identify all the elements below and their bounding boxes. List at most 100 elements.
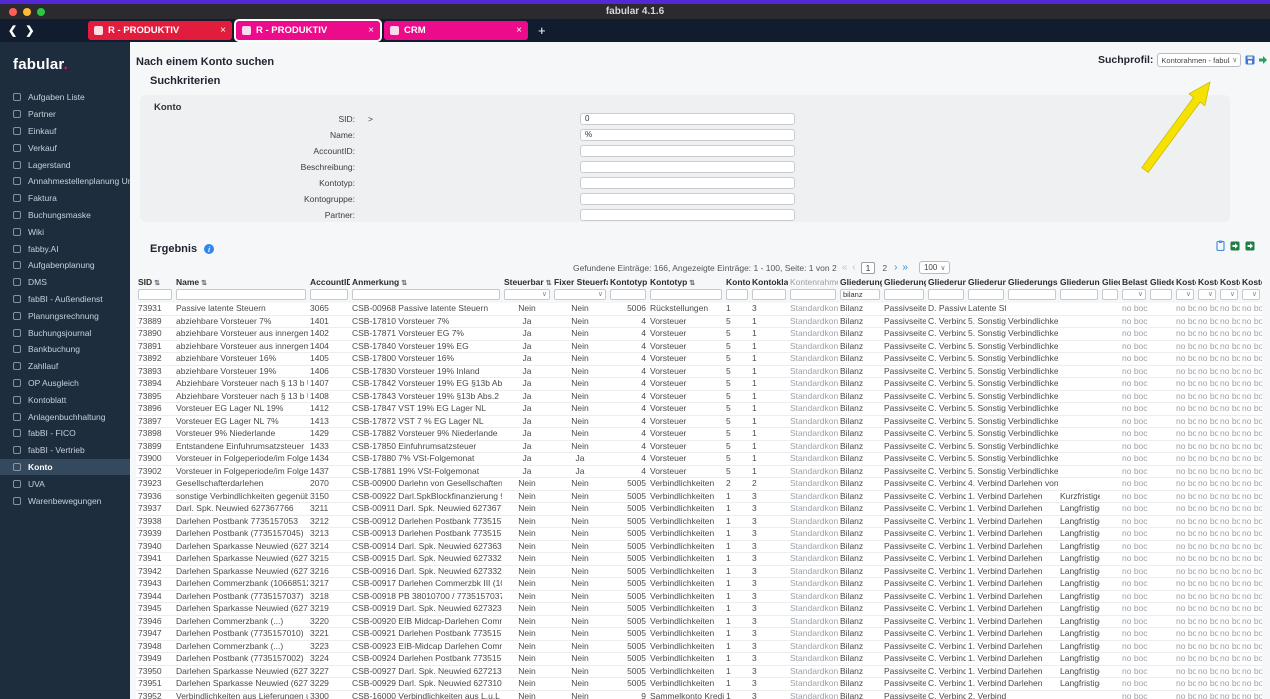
maximize-window-button[interactable] xyxy=(37,7,45,16)
column-header-19[interactable]: Gliederungseb xyxy=(1148,276,1174,288)
sort-icon[interactable]: ⇅ xyxy=(689,280,695,287)
table-row[interactable]: 73892 abziehbare Vorsteuer 16% 1405 CSB-178… xyxy=(136,352,1262,366)
table-row[interactable]: 73891abziehbare Vorsteuer aus innergemei… xyxy=(136,340,1262,353)
table-row[interactable]: 73941Darlehen Sparkasse Neuwied (6273327… xyxy=(136,552,1262,566)
forward-icon[interactable]: ❯ xyxy=(25,24,34,37)
table-row[interactable]: 73940Darlehen Sparkasse Neuwied (6273632… xyxy=(136,540,1262,553)
column-header-22[interactable]: Koster xyxy=(1218,276,1240,288)
table-row[interactable]: 73938 Darlehen Postbank 7735157053 3212 CSB… xyxy=(136,515,1262,528)
sidebar-item-kontoblatt[interactable]: Kontoblatt xyxy=(0,391,130,408)
close-window-button[interactable] xyxy=(9,7,17,16)
sidebar-item-anlagenbuchhaltung[interactable]: Anlagenbuchhaltung xyxy=(0,408,130,425)
filter-input-10[interactable] xyxy=(790,289,836,300)
sidebar-item-fabbi-vertrieb[interactable]: fabBI - Vertrieb xyxy=(0,442,130,459)
table-row[interactable]: 73942Darlehen Sparkasse Neuwied (6273327… xyxy=(136,565,1262,578)
sort-icon[interactable]: ⇅ xyxy=(201,280,207,287)
table-row[interactable]: 73893 abziehbare Vorsteuer 19% 1406 CSB-178… xyxy=(136,365,1262,378)
sidebar-item-einkauf[interactable]: Einkauf xyxy=(0,123,130,140)
column-header-20[interactable]: Koster xyxy=(1174,276,1196,288)
page-number-current[interactable]: 1 xyxy=(860,261,876,274)
column-header-13[interactable]: Gliederungseb xyxy=(926,276,966,288)
column-header-7[interactable]: Kontotyp ⇅ xyxy=(648,276,724,288)
table-row[interactable]: 73945Darlehen Sparkasse Neuwied (6273233… xyxy=(136,602,1262,616)
copy-icon[interactable] xyxy=(1216,240,1225,251)
sidebar-item-uva[interactable]: UVA xyxy=(0,475,130,492)
column-header-14[interactable]: Gliederungseb xyxy=(966,276,1006,288)
table-row[interactable]: 73946 Darlehen Commerzbank (...) 3220 CSB-0… xyxy=(136,615,1262,628)
export-excel-icon[interactable] xyxy=(1230,241,1240,251)
criteria-input-kontogruppe[interactable] xyxy=(580,192,795,205)
table-row[interactable]: 73898 Vorsteuer 9% Niederlande 1429 CSB-178… xyxy=(136,427,1262,441)
tab-2[interactable]: R - PRODUKTIV × xyxy=(234,19,382,42)
table-row[interactable]: 73890abziehbare Vorsteuer aus innergemei… xyxy=(136,327,1262,341)
sidebar-item-annahmestellenplanung-unkel[interactable]: Annahmestellenplanung Unkel xyxy=(0,173,130,190)
filter-input-8[interactable] xyxy=(726,289,748,300)
filter-select-23[interactable]: ∨ xyxy=(1242,289,1260,300)
sidebar-item-op-ausgleich[interactable]: OP Ausgleich xyxy=(0,375,130,392)
column-header-11[interactable]: Gliederungsart xyxy=(838,276,882,288)
table-row[interactable]: 73948 Darlehen Commerzbank (...) 3223 CSB-0… xyxy=(136,640,1262,653)
sidebar-item-aufgaben-liste[interactable]: Aufgaben Liste xyxy=(0,89,130,106)
filter-input-7[interactable] xyxy=(650,289,722,300)
sort-icon[interactable]: ⇅ xyxy=(401,280,407,287)
filter-select-4[interactable]: ∨ xyxy=(504,289,550,300)
filter-input-17[interactable] xyxy=(1102,289,1118,300)
sidebar-item-planungsrechnung[interactable]: Planungsrechnung xyxy=(0,307,130,324)
table-row[interactable]: 73936sonstige Verbindlichkeiten gegenübe… xyxy=(136,490,1262,503)
filter-select-20[interactable]: ∨ xyxy=(1176,289,1194,300)
criteria-input-accountid[interactable] xyxy=(580,144,795,157)
filter-input-12[interactable] xyxy=(884,289,924,300)
sidebar-item-fabbi-fico[interactable]: fabBI - FICO xyxy=(0,425,130,442)
table-row[interactable]: 73902Vorsteuer in Folgeperiode/im Folgej… xyxy=(136,465,1262,478)
filter-input-9[interactable] xyxy=(752,289,786,300)
filter-select-5[interactable]: ∨ xyxy=(554,289,606,300)
column-header-4[interactable]: Steuerbar ⇅ xyxy=(502,276,552,288)
table-row[interactable]: 73944 Darlehen Postbank (7735157037) 3218 C… xyxy=(136,590,1262,603)
filter-input-2[interactable] xyxy=(310,289,348,300)
sidebar-item-partner[interactable]: Partner xyxy=(0,106,130,123)
filter-input-19[interactable] xyxy=(1150,289,1172,300)
filter-input-3[interactable] xyxy=(352,289,500,300)
tab-close-icon[interactable]: × xyxy=(220,25,226,36)
table-row[interactable]: 73889 abziehbare Vorsteuer 7% 1401 CSB-1781… xyxy=(136,315,1262,328)
column-header-3[interactable]: Anmerkung ⇅ xyxy=(350,276,502,288)
column-header-2[interactable]: AccountID xyxy=(308,276,350,288)
column-header-15[interactable]: Gliederungseb xyxy=(1006,276,1058,288)
table-row[interactable]: 73952Verbindlichkeiten aus Lieferungen u… xyxy=(136,690,1262,699)
sidebar-item-wiki[interactable]: Wiki xyxy=(0,223,130,240)
last-page-icon[interactable]: » xyxy=(902,262,908,273)
criteria-input-sid[interactable] xyxy=(580,112,795,125)
first-page-icon[interactable]: « xyxy=(842,262,848,273)
search-profile-select[interactable]: Kontorahmen - fabular. ∨ xyxy=(1157,53,1242,67)
table-row[interactable]: 73943 Darlehen Commerzbank (106685122) 321… xyxy=(136,577,1262,591)
prev-page-icon[interactable]: ‹ xyxy=(852,262,855,273)
criteria-input-partner[interactable] xyxy=(580,208,795,221)
sidebar-item-buchungsmaske[interactable]: Buchungsmaske xyxy=(0,207,130,224)
filter-input-0[interactable] xyxy=(138,289,172,300)
sort-icon[interactable]: ⇅ xyxy=(154,280,160,287)
sidebar-item-fabbi-au-endienst[interactable]: fabBI - Außendienst xyxy=(0,291,130,308)
filter-select-22[interactable]: ∨ xyxy=(1220,289,1238,300)
page-number-2[interactable]: 2 xyxy=(880,263,889,273)
criteria-input-beschreibung[interactable] xyxy=(580,160,795,173)
table-row[interactable]: 73895Abziehbare Vorsteuer nach § 13 b Us… xyxy=(136,390,1262,403)
sidebar-item-buchungsjournal[interactable]: Buchungsjournal xyxy=(0,324,130,341)
criteria-input-kontotyp[interactable] xyxy=(580,176,795,189)
column-header-12[interactable]: Gliederungseb xyxy=(882,276,926,288)
sort-icon[interactable]: ⇅ xyxy=(546,280,552,287)
minimize-window-button[interactable] xyxy=(23,7,31,16)
column-header-21[interactable]: Koster xyxy=(1196,276,1218,288)
page-size-select[interactable]: 100 ∨ xyxy=(918,261,951,274)
sidebar-item-aufgabenplanung[interactable]: Aufgabenplanung xyxy=(0,257,130,274)
table-row[interactable]: 73939 Darlehen Postbank (7735157045) 3213 C… xyxy=(136,527,1262,541)
sidebar-item-konto[interactable]: Konto xyxy=(0,458,130,476)
column-header-10[interactable]: Kontenrahmen xyxy=(788,276,838,288)
table-row[interactable]: 73951Darlehen Sparkasse Neuwied (6273103… xyxy=(136,677,1262,691)
column-header-8[interactable]: Kontokl xyxy=(724,276,750,288)
filter-input-1[interactable] xyxy=(176,289,306,300)
tab-3[interactable]: CRM × xyxy=(384,21,528,40)
sidebar-item-verkauf[interactable]: Verkauf xyxy=(0,139,130,156)
sidebar-item-faktura[interactable]: Faktura xyxy=(0,190,130,207)
tab-close-icon[interactable]: × xyxy=(516,25,522,36)
sidebar-item-lagerstand[interactable]: Lagerstand xyxy=(0,156,130,173)
